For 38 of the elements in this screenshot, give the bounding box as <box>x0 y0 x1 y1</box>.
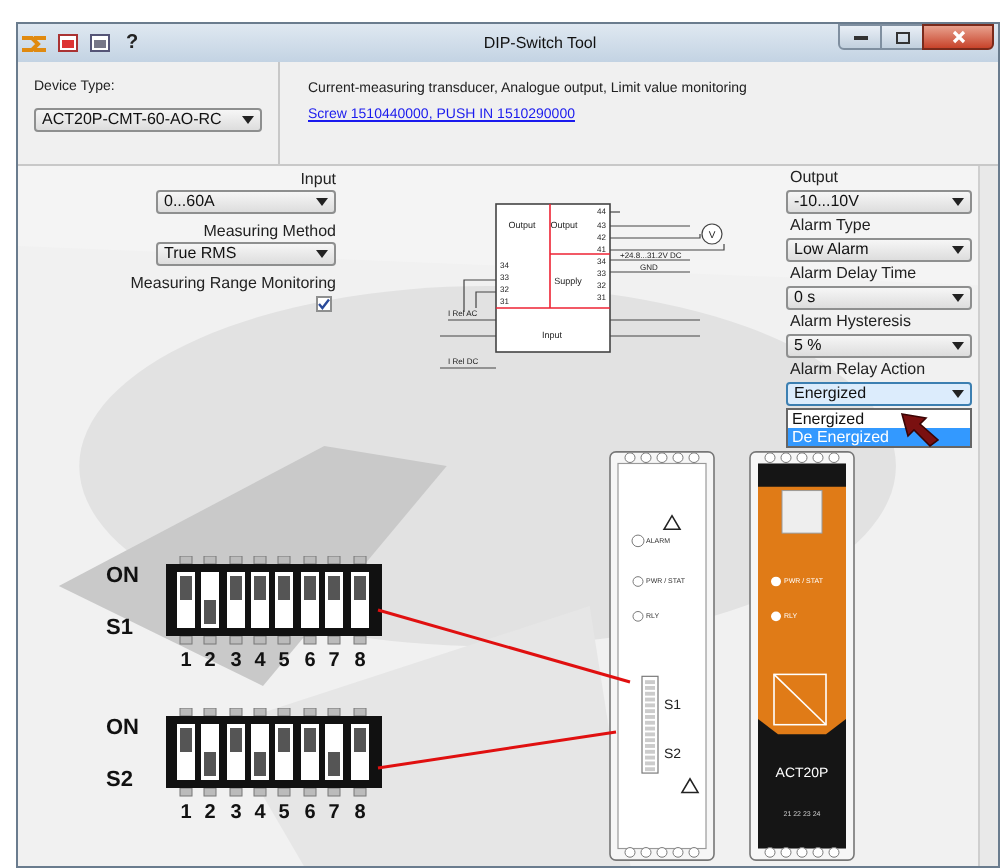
dropdown-field[interactable]: True RMS <box>156 242 336 266</box>
switch-number: 2 <box>204 802 216 824</box>
output-field-label: Alarm Hysteresis <box>788 312 913 332</box>
output-field-label: Alarm Relay Action <box>788 360 928 380</box>
switch-number: 2 <box>204 650 216 672</box>
dropdown-field[interactable]: -10...10V <box>786 190 972 214</box>
switch-number: 8 <box>354 650 366 672</box>
dropdown-field[interactable]: 0 s <box>786 286 972 310</box>
switch-number: 7 <box>328 802 340 824</box>
window-title: DIP-Switch Tool <box>481 31 599 55</box>
output-field-label: Output <box>788 168 841 188</box>
on-label: ON <box>106 564 141 588</box>
switch-number: 6 <box>304 802 316 824</box>
switch-number: 7 <box>328 650 340 672</box>
input-heading: Input <box>300 170 336 190</box>
output-field-label: Alarm Type <box>788 216 873 236</box>
dropdown-field[interactable]: Energized <box>786 382 972 406</box>
monitoring-label: Measuring Range Monitoring <box>130 274 336 294</box>
switch-number: 6 <box>304 650 316 672</box>
on-label: ON <box>106 716 141 740</box>
help-button[interactable]: ? <box>122 33 143 53</box>
switch-number: 3 <box>230 802 242 824</box>
dropdown-field[interactable]: 0...60A <box>156 190 336 214</box>
dropdown-field[interactable]: Low Alarm <box>786 238 972 262</box>
switch-number: 5 <box>278 802 290 824</box>
dropdown-field[interactable]: 5 % <box>786 334 972 358</box>
switch-number: 4 <box>254 802 266 824</box>
switch-number: 8 <box>354 802 366 824</box>
switch-number: 3 <box>230 650 242 672</box>
switch-number: 5 <box>278 650 290 672</box>
switch-number: 1 <box>180 650 192 672</box>
output-field-label: Alarm Delay Time <box>788 264 919 284</box>
method-label: Measuring Method <box>203 222 336 242</box>
bank-label: S1 <box>106 616 135 640</box>
dropdown-field[interactable]: ACT20P-CMT-60-AO-RC <box>34 108 262 132</box>
switch-number: 1 <box>180 802 192 824</box>
switch-number: 4 <box>254 650 266 672</box>
bank-label: S2 <box>106 768 135 792</box>
